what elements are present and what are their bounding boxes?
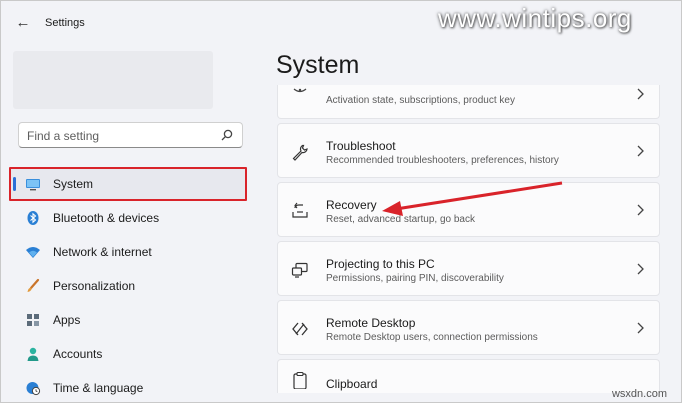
card-title: Projecting to this PC [326, 257, 435, 271]
card-projecting[interactable]: Projecting to this PC Permissions, pairi… [277, 241, 660, 296]
chevron-right-icon [637, 88, 644, 100]
sidebar-item-time-language[interactable]: Time & language [9, 371, 247, 402]
chevron-right-icon [637, 145, 644, 157]
search-box[interactable]: Find a setting [18, 122, 243, 148]
sidebar-item-accounts[interactable]: Accounts [9, 337, 247, 371]
active-indicator [13, 177, 16, 191]
sidebar-item-label: Accounts [53, 347, 103, 361]
apps-icon [27, 314, 39, 326]
sidebar-item-bluetooth[interactable]: Bluetooth & devices [9, 201, 247, 235]
card-activation[interactable]: Activation state, subscriptions, product… [277, 85, 660, 119]
card-description: Recommended troubleshooters, preferences… [326, 155, 559, 166]
back-arrow-icon[interactable]: ← [14, 14, 32, 32]
sidebar-item-label: Apps [53, 313, 81, 327]
card-description: Permissions, pairing PIN, discoverabilit… [326, 273, 504, 284]
card-title: Clipboard [326, 377, 378, 391]
card-title: Troubleshoot [326, 139, 396, 153]
remote-desktop-icon [292, 322, 308, 336]
wifi-icon [26, 247, 40, 258]
sidebar-item-label: Bluetooth & devices [53, 211, 160, 225]
chevron-right-icon [637, 322, 644, 334]
person-icon [27, 347, 39, 361]
card-description: Remote Desktop users, connection permiss… [326, 332, 538, 343]
sidebar-item-network[interactable]: Network & internet [9, 235, 247, 269]
chevron-right-icon [637, 204, 644, 216]
card-remote-desktop[interactable]: Remote Desktop Remote Desktop users, con… [277, 300, 660, 355]
settings-window: ← Settings www.wintips.org Find a settin… [0, 0, 682, 403]
sidebar-nav: System Bluetooth & devices Network & int… [9, 167, 249, 402]
sidebar-item-label: Time & language [53, 381, 144, 395]
projector-icon [291, 262, 308, 278]
bluetooth-icon [27, 211, 39, 225]
card-troubleshoot[interactable]: Troubleshoot Recommended troubleshooters… [277, 123, 660, 178]
app-title: Settings [45, 17, 85, 29]
card-title: Remote Desktop [326, 316, 416, 330]
search-input[interactable]: Find a setting [27, 129, 99, 143]
activation-icon [293, 88, 307, 93]
chevron-right-icon [637, 263, 644, 275]
recovery-icon [292, 202, 308, 218]
clipboard-icon [293, 371, 307, 389]
sidebar-item-system[interactable]: System [9, 167, 247, 201]
brush-icon [27, 278, 40, 292]
card-title: Recovery [326, 198, 377, 212]
watermark: www.wintips.org [438, 3, 632, 33]
search-icon[interactable] [221, 129, 233, 141]
watermark-small: wsxdn.com [611, 388, 667, 400]
page-title: System [276, 51, 360, 79]
sidebar-item-label: Personalization [53, 279, 136, 293]
card-clipboard[interactable]: Clipboard [277, 359, 660, 393]
title-bar: ← Settings www.wintips.org [1, 1, 681, 47]
card-description: Activation state, subscriptions, product… [326, 95, 515, 106]
sidebar-item-personalization[interactable]: Personalization [9, 269, 247, 303]
settings-card-list: Activation state, subscriptions, product… [277, 85, 661, 397]
monitor-icon [26, 179, 40, 191]
annotation-arrow [382, 181, 563, 216]
sidebar-item-label: Network & internet [53, 245, 152, 259]
user-profile-area[interactable] [13, 51, 213, 109]
wrench-icon [292, 144, 308, 161]
globe-clock-icon [26, 382, 41, 396]
sidebar-item-apps[interactable]: Apps [9, 303, 247, 337]
sidebar-item-label: System [53, 177, 94, 191]
